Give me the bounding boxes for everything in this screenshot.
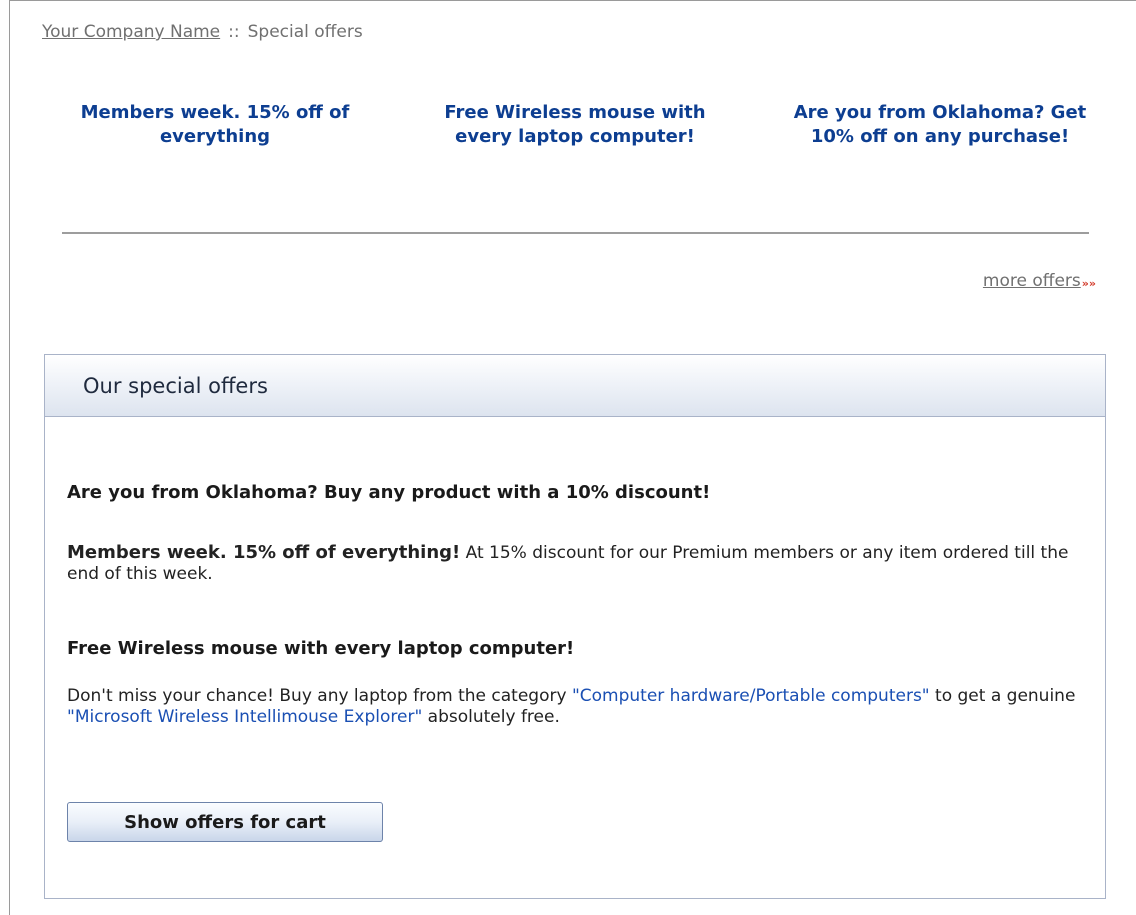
promo-link-wireless-mouse[interactable]: Free Wireless mouse with every laptop co… bbox=[425, 101, 725, 149]
breadcrumb-company-link[interactable]: Your Company Name bbox=[42, 22, 220, 42]
category-link[interactable]: "Computer hardware/Portable computers" bbox=[572, 686, 930, 706]
page: Your Company Name:: Special offers Member… bbox=[9, 0, 1136, 915]
offer-text-part: absolutely free. bbox=[422, 707, 560, 727]
offer-oklahoma-heading: Are you from Oklahoma? Buy any product w… bbox=[67, 482, 711, 503]
promo-link-members-week[interactable]: Members week. 15% off of everything bbox=[50, 101, 380, 149]
more-offers-link[interactable]: more offers bbox=[983, 271, 1081, 291]
divider bbox=[62, 232, 1089, 234]
offer-members-week-text: Members week. 15% off of everything! At … bbox=[67, 542, 1097, 585]
more-offers: more offers»» bbox=[983, 271, 1096, 291]
show-offers-for-cart-button[interactable]: Show offers for cart bbox=[67, 802, 383, 842]
offer-wireless-mouse-text: Don't miss your chance! Buy any laptop f… bbox=[67, 686, 1097, 728]
offer-text-part: to get a genuine bbox=[929, 686, 1076, 706]
special-offers-panel: Our special offers Are you from Oklahoma… bbox=[44, 354, 1106, 899]
panel-header: Our special offers bbox=[45, 355, 1105, 417]
product-link[interactable]: "Microsoft Wireless Intellimouse Explore… bbox=[67, 707, 422, 727]
promo-row: Members week. 15% off of everything Free… bbox=[50, 101, 1110, 149]
breadcrumb-current: Special offers bbox=[247, 22, 363, 42]
panel-title: Our special offers bbox=[83, 373, 268, 398]
breadcrumb-separator: :: bbox=[228, 22, 240, 42]
breadcrumb: Your Company Name:: Special offers bbox=[42, 22, 363, 42]
offer-wireless-mouse-heading: Free Wireless mouse with every laptop co… bbox=[67, 638, 575, 659]
offer-members-week-title: Members week. 15% off of everything! bbox=[67, 542, 461, 563]
offer-text-part: Don't miss your chance! Buy any laptop f… bbox=[67, 686, 572, 706]
double-chevron-right-icon: »» bbox=[1081, 277, 1096, 290]
promo-link-oklahoma[interactable]: Are you from Oklahoma? Get 10% off on an… bbox=[770, 101, 1110, 149]
